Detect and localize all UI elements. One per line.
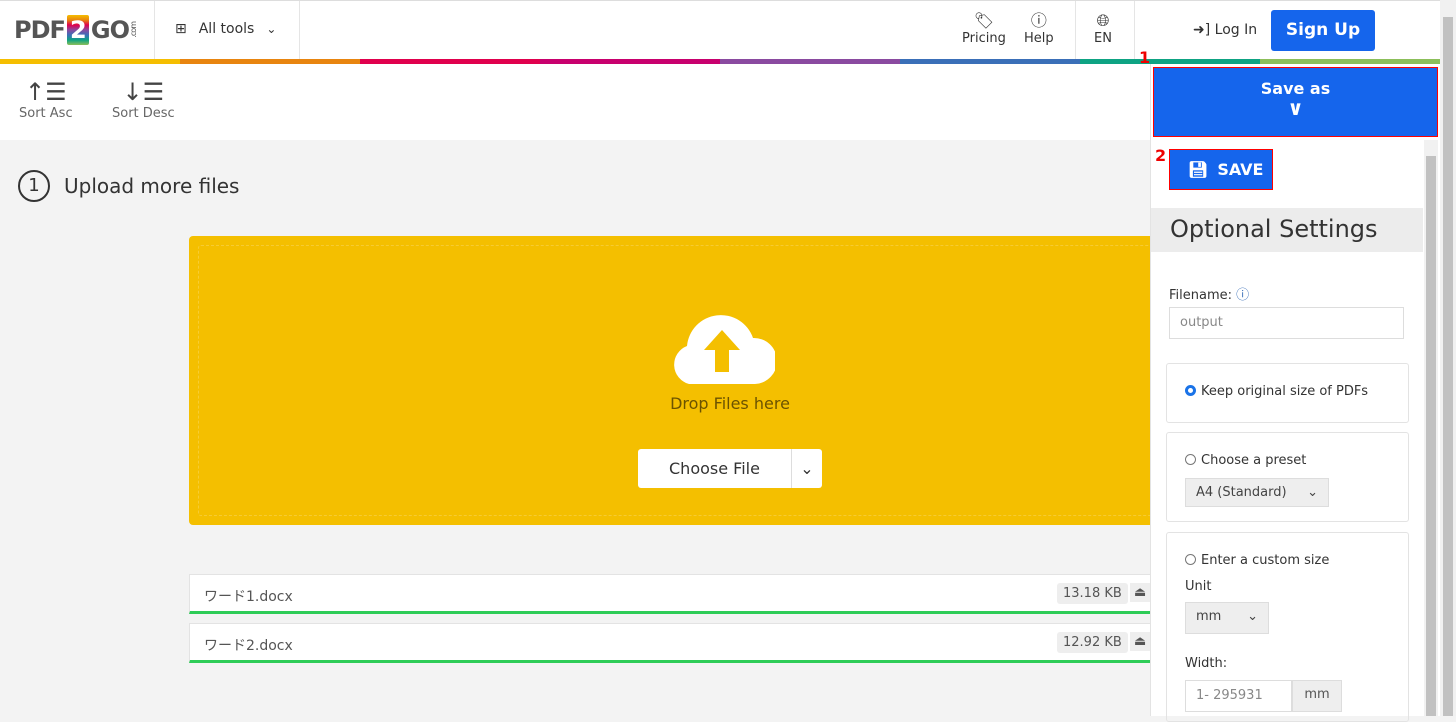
custom-size-option: Enter a custom size Unit mm ⌄ Width: 1- 2… — [1166, 532, 1409, 722]
pdf2go-logo[interactable]: PDF 2 GO .com — [14, 15, 138, 45]
choose-file-control: Choose File ⌄ — [638, 449, 822, 488]
custom-size-radio[interactable]: Enter a custom size — [1185, 553, 1329, 568]
sort-asc-label: Sort Asc — [19, 106, 73, 121]
panel-scrollbar[interactable] — [1424, 140, 1438, 716]
chevron-down-icon: ⌄ — [1247, 609, 1258, 624]
language-label: EN — [1094, 31, 1112, 46]
sort-asc-button[interactable]: ↑☰ Sort Asc — [19, 78, 73, 121]
panel-scrollbar-thumb[interactable] — [1426, 156, 1436, 716]
keep-original-label: Keep original size of PDFs — [1201, 384, 1369, 399]
help-label: Help — [1024, 31, 1054, 46]
file-size: 12.92 KB — [1057, 632, 1128, 653]
language-selector[interactable]: 🌐︎ EN — [1094, 11, 1112, 46]
pricing-label: Pricing — [962, 31, 1006, 46]
drop-files-text: Drop Files here — [670, 394, 790, 413]
file-size: 13.18 KB — [1057, 583, 1128, 604]
page-scrollbar-thumb[interactable] — [1443, 17, 1453, 716]
question-circle-icon: ⓘ — [1030, 11, 1047, 30]
top-header: PDF 2 GO .com ⊞ All tools ⌄ 🏷︎ Pricing ⓘ Help 🌐… — [0, 0, 1440, 61]
choose-preset-radio[interactable]: Choose a preset — [1185, 453, 1306, 468]
radio-unselected[interactable] — [1185, 454, 1196, 465]
file-name: ワード2.docx — [204, 638, 293, 654]
radio-selected[interactable] — [1185, 385, 1196, 396]
pricing-link[interactable]: 🏷︎ Pricing — [962, 11, 1006, 46]
file-row: ワード1.docx 13.18 KB ⏏ — [189, 574, 1159, 614]
save-label: SAVE — [1217, 160, 1264, 179]
choose-file-dropdown[interactable]: ⌄ — [792, 449, 822, 488]
divider — [154, 1, 155, 61]
floppy-disk-icon: 💾︎ — [1188, 160, 1209, 179]
chevron-down-icon: ∨ — [1287, 96, 1304, 120]
help-link[interactable]: ⓘ Help — [1024, 11, 1054, 46]
unit-select[interactable]: mm ⌄ — [1185, 602, 1269, 634]
file-row: ワード2.docx 12.92 KB ⏏ — [189, 623, 1159, 663]
sort-asc-icon: ↑☰ — [24, 78, 67, 106]
width-unit-addon: mm — [1292, 680, 1342, 712]
choose-file-button[interactable]: Choose File — [638, 449, 792, 488]
step-title: Upload more files — [64, 174, 240, 198]
keep-original-option: Keep original size of PDFs — [1166, 363, 1409, 423]
logo-domain: .com — [129, 22, 139, 38]
save-as-button[interactable]: Save as ∨ — [1153, 67, 1438, 137]
login-icon: ➜] — [1193, 22, 1211, 38]
sort-desc-icon: ↓☰ — [122, 78, 165, 106]
filename-label: Filename: ⓘ — [1169, 284, 1249, 303]
width-label: Width: — [1185, 656, 1228, 671]
radio-unselected[interactable] — [1185, 554, 1196, 565]
tag-icon: 🏷︎ — [973, 11, 995, 30]
logo-text: PDF — [14, 16, 66, 44]
login-label: Log In — [1214, 22, 1258, 38]
filename-input[interactable]: output — [1169, 307, 1404, 339]
unit-label: Unit — [1185, 579, 1212, 594]
width-input[interactable]: 1- 295931 — [1185, 680, 1292, 712]
save-button[interactable]: 💾︎ SAVE — [1169, 149, 1273, 190]
preset-value: A4 (Standard) — [1196, 485, 1287, 500]
chevron-down-icon: ⌄ — [1307, 485, 1318, 500]
logo-text-go: GO — [90, 16, 130, 44]
all-tools-label: All tools — [198, 21, 255, 37]
grid-icon: ⊞ — [175, 21, 187, 37]
keep-original-radio[interactable]: Keep original size of PDFs — [1185, 384, 1368, 399]
drop-zone[interactable]: Drop Files here Choose File ⌄ — [189, 236, 1159, 525]
choose-preset-label: Choose a preset — [1201, 453, 1307, 468]
sort-toolbar: ↑☰ Sort Asc ↓☰ Sort Desc — [0, 64, 1150, 140]
cloud-upload-icon — [674, 315, 775, 384]
upload-step-heading: 1 Upload more files — [18, 170, 239, 202]
annotation-marker-2: 2 — [1155, 146, 1167, 165]
page-scrollbar[interactable] — [1440, 0, 1456, 716]
sort-desc-button[interactable]: ↓☰ Sort Desc — [112, 78, 175, 121]
upload-tray-icon[interactable]: ⏏ — [1130, 632, 1151, 651]
preset-option: Choose a preset A4 (Standard) ⌄ — [1166, 432, 1409, 522]
step-number: 1 — [18, 170, 50, 202]
divider — [1134, 1, 1135, 61]
chevron-down-icon: ⌄ — [266, 22, 277, 36]
file-name: ワード1.docx — [204, 589, 293, 605]
annotation-marker-1: 1 — [1139, 48, 1151, 67]
unit-value: mm — [1196, 609, 1222, 624]
upload-tray-icon[interactable]: ⏏ — [1130, 583, 1151, 602]
drop-zone-border: Drop Files here Choose File ⌄ — [198, 245, 1159, 516]
divider — [299, 1, 300, 61]
globe-icon: 🌐︎ — [1096, 11, 1110, 30]
divider — [1075, 1, 1076, 61]
login-link[interactable]: ➜] Log In — [1193, 22, 1257, 38]
custom-size-label: Enter a custom size — [1201, 553, 1330, 568]
sort-desc-label: Sort Desc — [112, 106, 175, 121]
preset-select[interactable]: A4 (Standard) ⌄ — [1185, 478, 1329, 507]
info-icon[interactable]: ⓘ — [1236, 288, 1249, 303]
filename-label-text: Filename: — [1169, 288, 1233, 303]
all-tools-menu[interactable]: ⊞ All tools ⌄ — [175, 21, 276, 37]
signup-button[interactable]: Sign Up — [1271, 10, 1375, 51]
logo-mark: 2 — [66, 15, 89, 45]
optional-settings-heading: Optional Settings — [1151, 208, 1423, 252]
